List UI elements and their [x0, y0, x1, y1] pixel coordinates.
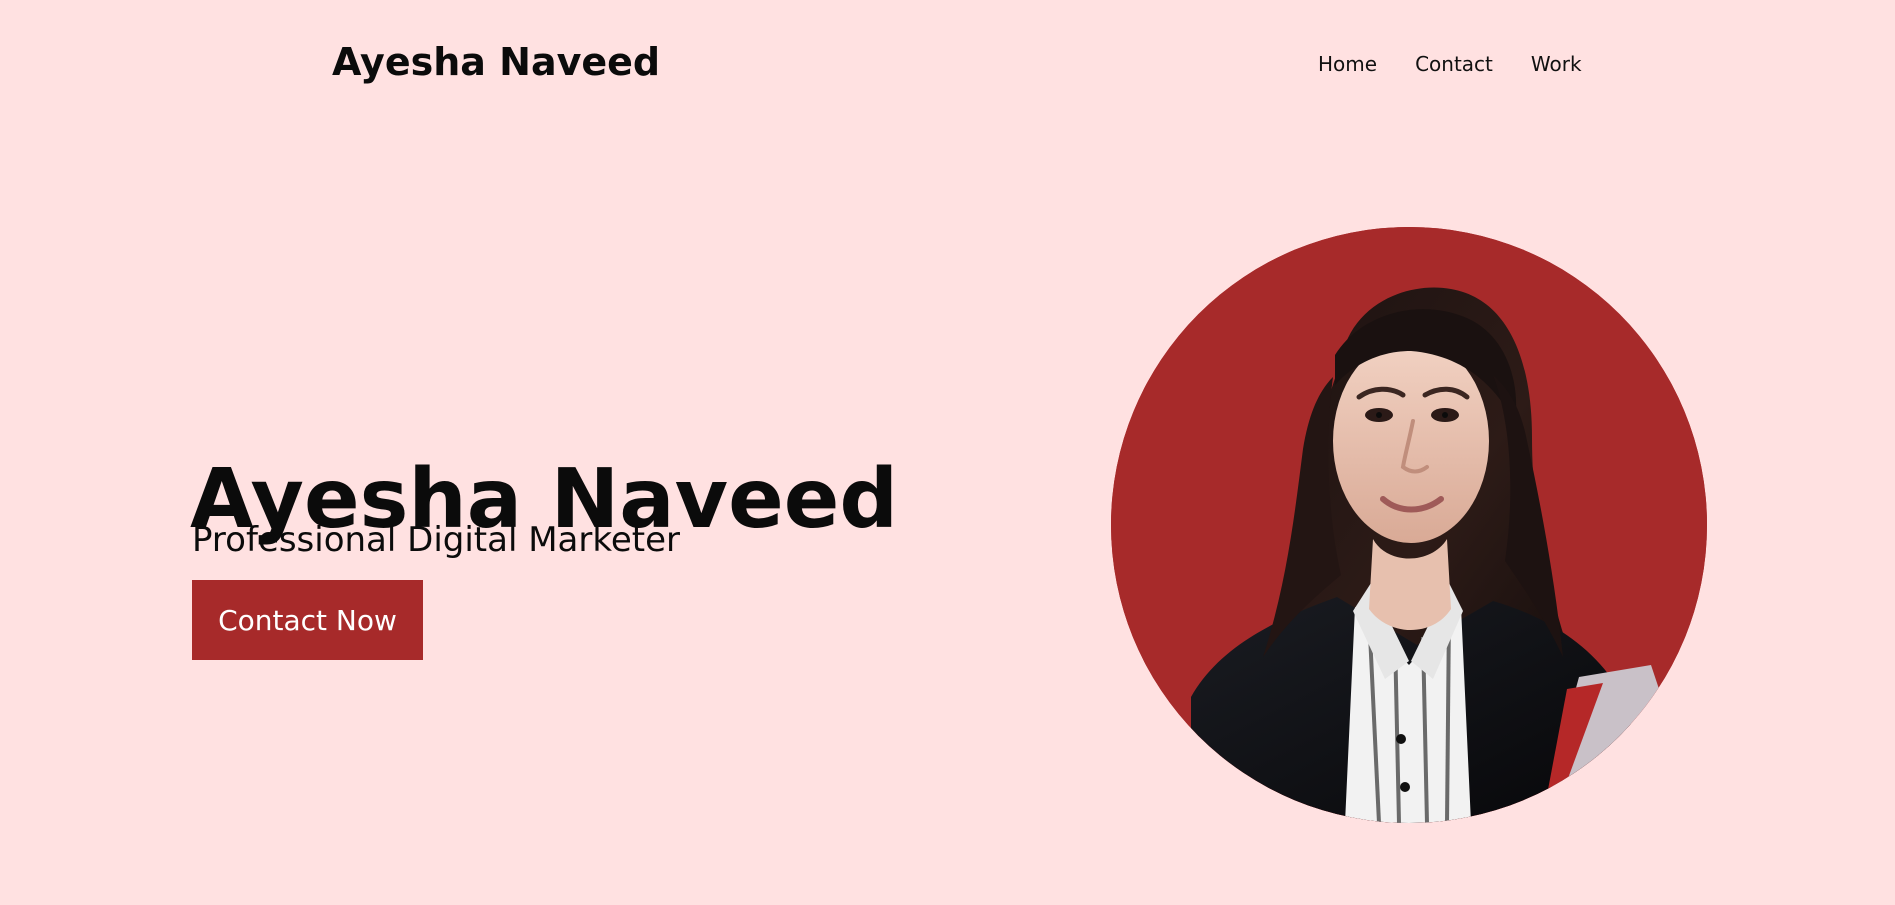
main-nav: Home Contact Work [1318, 52, 1582, 76]
profile-photo [1111, 227, 1707, 823]
hero-subtitle: Professional Digital Marketer [192, 520, 680, 560]
landing-page: Ayesha Naveed Home Contact Work Ayesha N… [0, 0, 1895, 905]
nav-contact[interactable]: Contact [1415, 52, 1493, 76]
nav-home[interactable]: Home [1318, 52, 1377, 76]
contact-now-button[interactable]: Contact Now [192, 580, 423, 660]
site-logo[interactable]: Ayesha Naveed [332, 40, 660, 84]
nav-work[interactable]: Work [1531, 52, 1582, 76]
profile-photo-illustration [1111, 227, 1707, 823]
